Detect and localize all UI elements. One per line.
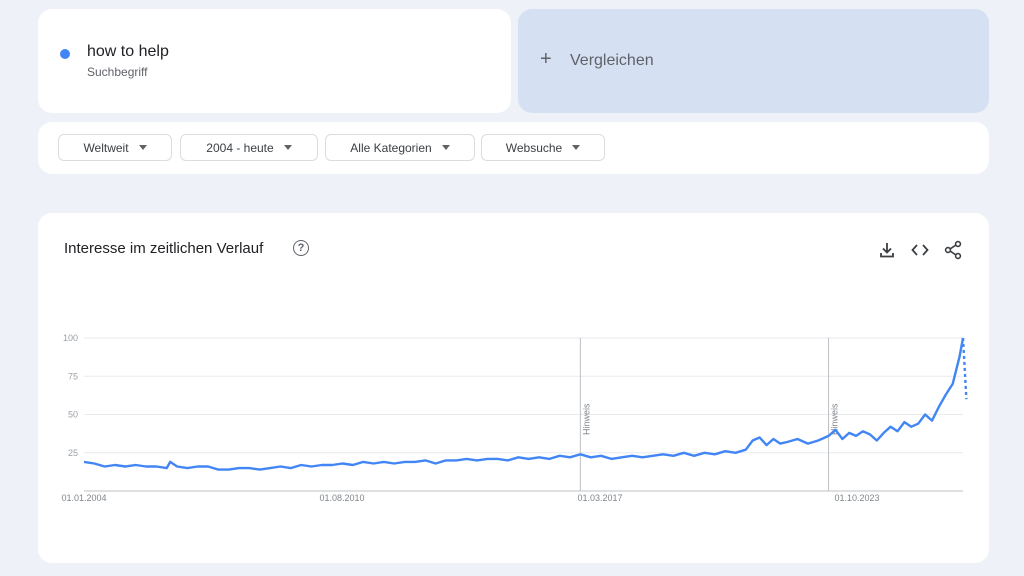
x-tick-label: 01.08.2010 <box>319 493 364 503</box>
search-type-filter-label: Websuche <box>505 140 563 155</box>
compare-button[interactable]: + Vergleichen <box>518 9 989 113</box>
x-tick-label: 01.10.2023 <box>834 493 879 503</box>
filter-bar: Weltweit 2004 - heute Alle Kategorien We… <box>38 122 989 174</box>
caret-down-icon <box>441 145 450 150</box>
y-tick-label: 100 <box>63 333 78 343</box>
plus-icon: + <box>540 48 552 70</box>
search-term-card[interactable]: how to help Suchbegriff <box>38 9 511 113</box>
y-tick-label: 50 <box>68 410 78 420</box>
x-tick-label: 01.03.2017 <box>577 493 622 503</box>
term-color-dot <box>60 49 70 59</box>
search-term-name[interactable]: how to help <box>87 43 169 61</box>
annotation-label: Hinweis <box>581 403 591 435</box>
y-tick-label: 25 <box>68 448 78 458</box>
time-filter-label: 2004 - heute <box>206 140 274 155</box>
y-tick-label: 75 <box>68 371 78 381</box>
interest-over-time-panel: Interesse im zeitlichen Verlauf ? 100 75 5… <box>38 213 989 563</box>
partial-data-line <box>961 337 968 400</box>
interest-line-chart: 100 75 50 25 01.01.2004 01.08.2010 01.03.2017 0… <box>61 333 968 503</box>
share-icon[interactable] <box>942 239 964 261</box>
compare-label: Vergleichen <box>570 52 654 69</box>
search-type-filter-dropdown[interactable]: Websuche <box>481 134 605 161</box>
chart-title: Interesse im zeitlichen Verlauf <box>64 240 264 257</box>
region-filter-label: Weltweit <box>83 140 129 155</box>
caret-down-icon <box>572 145 581 150</box>
help-icon[interactable]: ? <box>293 240 309 256</box>
download-icon[interactable] <box>876 239 898 261</box>
category-filter-label: Alle Kategorien <box>350 140 432 155</box>
search-term-type: Suchbegriff <box>87 65 148 79</box>
caret-down-icon <box>283 145 292 150</box>
category-filter-dropdown[interactable]: Alle Kategorien <box>325 134 475 161</box>
x-tick-label: 01.01.2004 <box>61 493 106 503</box>
time-filter-dropdown[interactable]: 2004 - heute <box>180 134 318 161</box>
caret-down-icon <box>138 145 147 150</box>
region-filter-dropdown[interactable]: Weltweit <box>58 134 172 161</box>
embed-icon[interactable] <box>909 239 931 261</box>
